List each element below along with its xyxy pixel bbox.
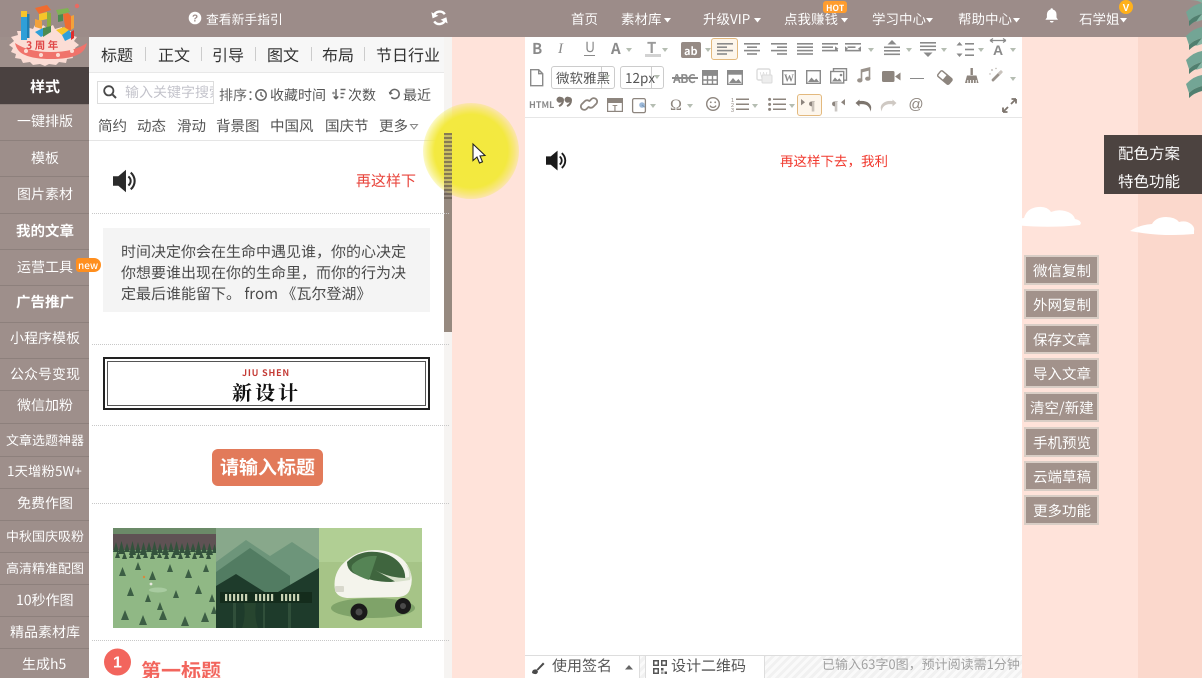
svg-text:@: @ — [908, 96, 923, 113]
svg-text:Ω: Ω — [670, 97, 682, 114]
svg-text:A: A — [993, 42, 1003, 58]
svg-text:V: V — [1123, 3, 1130, 14]
svg-text:¶: ¶ — [809, 98, 815, 113]
svg-text:1: 1 — [113, 655, 122, 672]
svg-text:?: ? — [192, 13, 198, 24]
svg-text:I: I — [557, 41, 564, 57]
svg-text:3: 3 — [731, 108, 734, 114]
svg-text:¶: ¶ — [832, 98, 838, 113]
svg-text:W: W — [784, 74, 794, 85]
svg-text:T: T — [613, 104, 618, 113]
